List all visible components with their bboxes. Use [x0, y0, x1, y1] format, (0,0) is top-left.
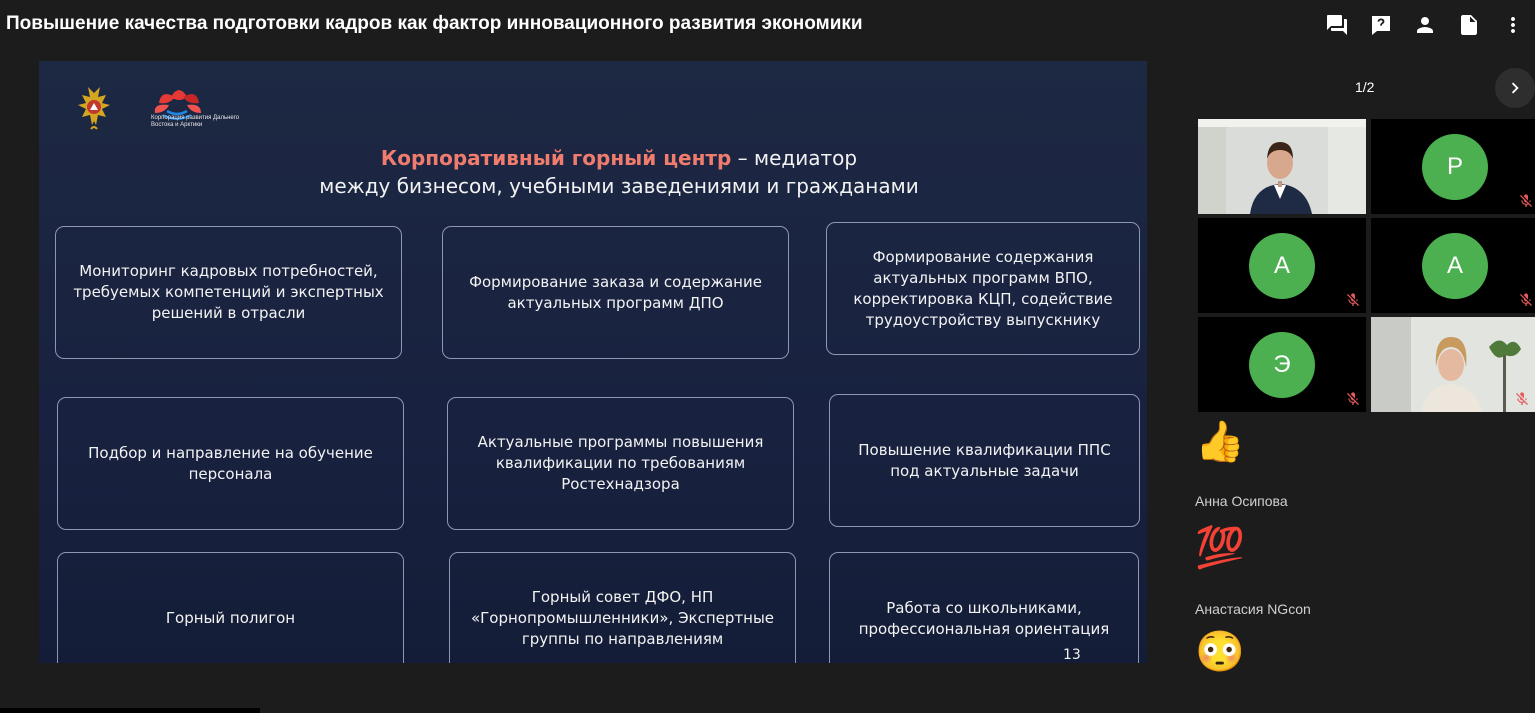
slide-logos: Корпорация развития Дальнего Востока и А… [61, 79, 261, 146]
next-page-button[interactable] [1495, 68, 1535, 108]
slide: Корпорация развития Дальнего Востока и А… [39, 61, 1147, 663]
slide-box-2: Формирование заказа и содержание актуаль… [442, 226, 789, 359]
slide-box-6: Повышение квалификации ППС под актуальны… [829, 394, 1140, 527]
slide-box-7: Горный полигон [57, 552, 404, 663]
more-vert-icon[interactable] [1500, 12, 1526, 38]
participant-avatar: A [1249, 232, 1315, 299]
participant-tile-4[interactable]: A [1371, 218, 1535, 313]
participant-tile-3[interactable]: A [1198, 218, 1366, 313]
participants-pager: 1/2 [1355, 79, 1375, 95]
eagle-emblem-icon [78, 87, 201, 130]
reaction-hundred: 💯 [1195, 526, 1245, 570]
reactor-name: Анна Осипова [1195, 493, 1288, 509]
participant-avatar: P [1422, 133, 1488, 200]
meeting-title: Повышение качества подготовки кадров как… [6, 13, 863, 34]
reaction-thumbs-up: 👍 [1195, 420, 1245, 464]
participant-avatar: A [1422, 232, 1488, 299]
person-icon[interactable] [1412, 12, 1438, 38]
participant-tile-5[interactable]: Э [1198, 317, 1366, 412]
mic-off-icon [1345, 292, 1361, 308]
top-bar: Повышение качества подготовки кадров как… [0, 0, 1535, 50]
presentation-stage: Корпорация развития Дальнего Востока и А… [0, 50, 1180, 713]
mic-off-icon [1345, 391, 1361, 407]
reaction-flushed: 😳 [1195, 630, 1245, 674]
slide-box-8: Горный совет ДФО, НП «Горнопромышленники… [449, 552, 796, 663]
reactor-name: Анастасия NGcon [1195, 601, 1311, 617]
corporation-logo-text: Корпорация развития Дальнего Востока и А… [151, 115, 240, 128]
help-icon[interactable] [1368, 12, 1394, 38]
mic-off-icon [1514, 391, 1530, 407]
bottom-strip [0, 708, 260, 713]
participant-avatar: Э [1249, 331, 1315, 398]
heading-line2: между бизнесом, учебными заведениями и г… [319, 174, 919, 198]
heading-accent: Корпоративный горный центр [380, 146, 732, 170]
chat-icon[interactable] [1324, 12, 1350, 38]
participant-tile-6[interactable] [1371, 317, 1535, 412]
slide-page-number: 13 [1063, 647, 1081, 663]
document-icon[interactable] [1456, 12, 1482, 38]
mic-off-icon [1518, 193, 1534, 209]
participant-tile-2[interactable]: P [1371, 119, 1535, 214]
participant-video-man [1198, 119, 1366, 214]
participant-video-woman [1371, 317, 1535, 412]
participant-tile-1[interactable] [1198, 119, 1366, 214]
heading-rest: – медиатор [731, 146, 858, 170]
slide-box-3: Формирование содержания актуальных прогр… [826, 222, 1140, 355]
slide-box-9: Работа со школьниками, профессиональная … [829, 552, 1139, 663]
slide-heading: Корпоративный горный центр – медиатор ме… [39, 144, 1147, 200]
slide-box-5: Актуальные программы повышения квалифика… [447, 397, 794, 530]
mic-off-icon [1518, 292, 1534, 308]
slide-box-1: Мониторинг кадровых потребностей, требуе… [55, 226, 402, 359]
chevron-right-icon [1511, 82, 1519, 94]
slide-box-4: Подбор и направление на обучение персона… [57, 397, 404, 530]
